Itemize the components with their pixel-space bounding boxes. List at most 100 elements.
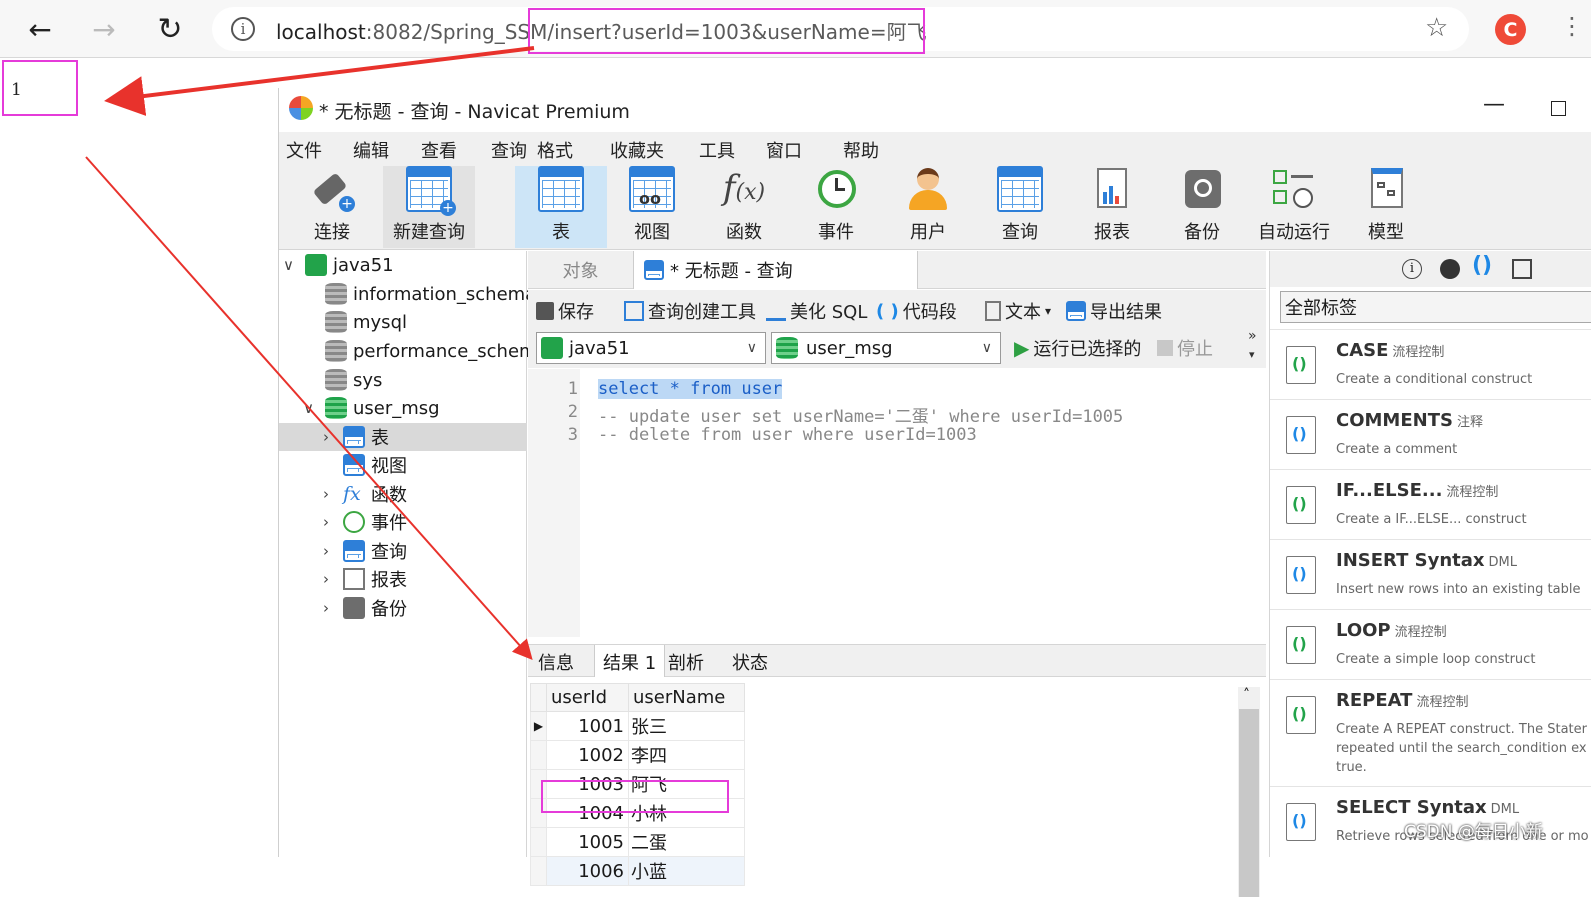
table-button[interactable]: 表	[515, 166, 607, 248]
scroll-up-icon[interactable]: ˄	[1243, 687, 1250, 703]
function-button[interactable]: f(x) 函数	[707, 166, 781, 248]
tree-db-information-schema[interactable]: information_schema	[279, 280, 536, 308]
snippet-repeat[interactable]: REPEAT流程控制 Create A REPEAT construct. Th…	[1270, 679, 1591, 779]
table-row[interactable]: ▶ 1001 张三	[530, 711, 745, 741]
report-button[interactable]: 报表	[1075, 166, 1149, 248]
chevron-down-icon[interactable]: ∨	[303, 399, 314, 417]
menu-tools[interactable]: 工具	[699, 137, 735, 163]
cell-userid[interactable]: 1002	[546, 740, 629, 770]
tab-objects[interactable]: 对象	[528, 251, 633, 289]
connect-button[interactable]: + 连接	[299, 166, 365, 248]
tree-db-sys[interactable]: sys	[279, 366, 527, 394]
menu-format[interactable]: 格式	[537, 137, 573, 163]
bookmark-star-icon[interactable]: ☆	[1425, 13, 1448, 43]
tree-db-mysql[interactable]: mysql	[279, 308, 527, 336]
automation-button[interactable]: 自动运行	[1253, 166, 1335, 248]
eye-icon[interactable]	[1440, 259, 1460, 279]
menu-query[interactable]: 查询	[491, 137, 527, 163]
tree-item-tables[interactable]: › 表	[279, 423, 527, 451]
menu-edit[interactable]: 编辑	[353, 137, 389, 163]
snippet-case[interactable]: CASE流程控制 Create a conditional construct	[1270, 329, 1591, 399]
chevron-right-icon[interactable]: ›	[323, 513, 329, 531]
new-query-button[interactable]: + 新建查询	[383, 166, 475, 248]
chevron-right-icon[interactable]: ›	[323, 570, 329, 588]
tree-db-user-msg[interactable]: ∨ user_msg	[279, 394, 527, 422]
vertical-scrollbar[interactable]: ˄	[1238, 687, 1260, 897]
table-row[interactable]: 1002 李四	[530, 740, 745, 770]
column-header-username[interactable]: userName	[628, 683, 745, 712]
model-button[interactable]: 模型	[1349, 166, 1423, 248]
stop-button[interactable]: 停止	[1157, 335, 1213, 361]
text-button[interactable]: 文本 ▾	[985, 298, 1051, 324]
tree-item-reports[interactable]: › 报表	[279, 565, 527, 593]
chevron-down-icon[interactable]: ∨	[283, 256, 294, 274]
overflow-chevron-icon[interactable]: »	[1248, 328, 1257, 344]
table-row[interactable]: 1006 小蓝	[530, 856, 745, 886]
scrollbar-thumb[interactable]	[1239, 709, 1259, 897]
snippet-insert-syntax[interactable]: INSERT SyntaxDML Insert new rows into an…	[1270, 539, 1591, 609]
event-button[interactable]: 事件	[799, 166, 873, 248]
tree-item-backups[interactable]: › 备份	[279, 594, 527, 622]
reload-icon[interactable]: ↻	[150, 10, 190, 48]
run-selected-button[interactable]: ▶ 运行已选择的	[1014, 335, 1141, 361]
cell-username[interactable]: 小蓝	[628, 856, 745, 886]
backup-button[interactable]: 备份	[1165, 166, 1239, 248]
table-row[interactable]: 1005 二蛋	[530, 827, 745, 857]
menu-view[interactable]: 查看	[421, 137, 457, 163]
cell-userid[interactable]: 1001	[546, 711, 629, 741]
snippet-loop[interactable]: LOOP流程控制 Create a simple loop construct	[1270, 609, 1591, 679]
tree-item-queries[interactable]: › 查询	[279, 537, 527, 565]
chevron-right-icon[interactable]: ›	[323, 485, 329, 503]
connection-select[interactable]: java51 ∨	[536, 332, 766, 364]
minimize-icon[interactable]: —	[1483, 92, 1505, 117]
cell-username[interactable]: 李四	[628, 740, 745, 770]
cell-username[interactable]: 二蛋	[628, 827, 745, 857]
tree-db-performance-schema[interactable]: performance_schema	[279, 337, 548, 365]
cell-userid[interactable]: 1005	[546, 827, 629, 857]
snippet-if-else[interactable]: IF...ELSE...流程控制 Create a IF...ELSE... c…	[1270, 469, 1591, 539]
snippet-comments[interactable]: COMMENTS注释 Create a comment	[1270, 399, 1591, 469]
chevron-right-icon[interactable]: ›	[323, 599, 329, 617]
extension-icon[interactable]: C	[1495, 14, 1526, 45]
export-result-button[interactable]: 导出结果	[1066, 298, 1162, 324]
column-header-userid[interactable]: userId	[546, 683, 629, 712]
user-button[interactable]: 用户	[891, 166, 965, 248]
tab-info[interactable]: 信息	[530, 645, 582, 678]
code-snippet-icon[interactable]: ()	[1472, 253, 1492, 278]
cell-userid[interactable]: 1006	[546, 856, 629, 886]
sql-editor[interactable]: 1 2 3 select * from user -- update user …	[528, 369, 1266, 637]
menu-help[interactable]: 帮助	[843, 137, 879, 163]
view-button[interactable]: oo 视图	[615, 166, 689, 248]
dropdown-arrow-icon[interactable]: ▾	[1045, 304, 1051, 318]
tree-connection-java51[interactable]: ∨ java51	[279, 251, 527, 279]
beautify-sql-button[interactable]: 美化 SQL	[766, 298, 867, 324]
forward-arrow-icon[interactable]: →	[84, 10, 124, 48]
tree-item-events[interactable]: › 事件	[279, 508, 527, 536]
cell-username[interactable]: 张三	[628, 711, 745, 741]
dropdown-arrow-icon[interactable]: ▾	[1249, 348, 1255, 361]
query-builder-button[interactable]: 查询创建工具	[624, 298, 756, 324]
database-select[interactable]: user_msg ∨	[771, 332, 1001, 364]
tab-result-1[interactable]: 结果 1	[594, 645, 666, 678]
query-button[interactable]: 查询	[983, 166, 1057, 248]
info-icon[interactable]: i	[1402, 259, 1422, 279]
tree-item-functions[interactable]: › fx 函数	[279, 480, 527, 508]
menu-favorites[interactable]: 收藏夹	[610, 137, 664, 163]
tab-profile[interactable]: 剖析	[660, 645, 712, 678]
chevron-right-icon[interactable]: ›	[323, 428, 329, 446]
chevron-right-icon[interactable]: ›	[323, 542, 329, 560]
sql-text: *	[659, 379, 691, 399]
code-snippet-button[interactable]: ( ) 代码段	[876, 298, 957, 324]
tag-filter-select[interactable]: 全部标签	[1280, 291, 1591, 323]
menu-file[interactable]: 文件	[286, 137, 322, 163]
tree-item-views[interactable]: 视图	[279, 451, 527, 479]
layout-icon[interactable]	[1512, 259, 1532, 279]
save-button[interactable]: 保存	[536, 298, 594, 324]
more-icon[interactable]: ⋮	[1560, 12, 1584, 40]
site-info-icon[interactable]: i	[231, 17, 255, 41]
back-arrow-icon[interactable]: ←	[20, 10, 60, 48]
maximize-icon[interactable]	[1551, 101, 1566, 116]
menu-window[interactable]: 窗口	[766, 137, 802, 163]
tab-status[interactable]: 状态	[724, 645, 776, 678]
tab-query[interactable]: * 无标题 - 查询	[633, 251, 918, 289]
